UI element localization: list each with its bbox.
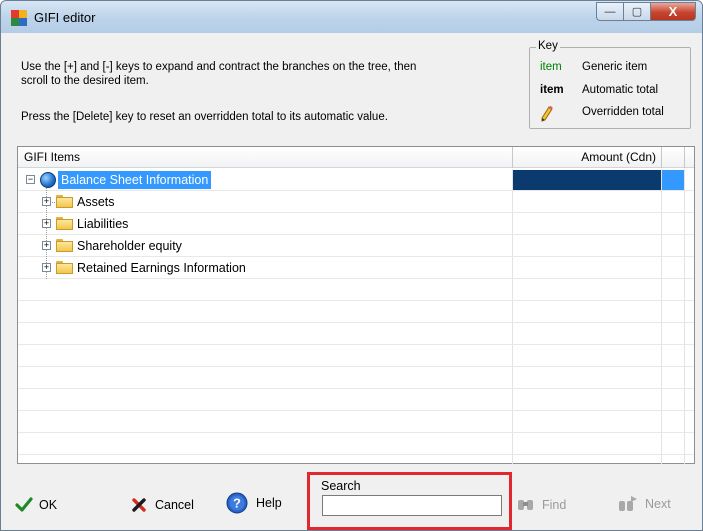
folder-icon <box>56 217 73 230</box>
generic-item-label: Generic item <box>582 61 648 73</box>
gifi-items-grid[interactable]: GIFI Items Amount (Cdn) − Balance Sheet … <box>17 146 695 464</box>
find-next-icon <box>619 496 637 511</box>
next-label: Next <box>645 497 671 511</box>
binoculars-icon <box>518 500 533 510</box>
title-bar[interactable]: GIFI editor — ▢ X <box>1 1 702 33</box>
tree-row-shareholder-equity[interactable]: + Shareholder equity <box>22 235 512 257</box>
overridden-total-label: Overridden total <box>582 106 664 118</box>
find-label: Find <box>542 498 567 512</box>
tree-row-assets[interactable]: + Assets <box>22 191 512 213</box>
maximize-button[interactable]: ▢ <box>623 2 650 21</box>
folder-icon <box>56 239 73 252</box>
tree-label-liabilities[interactable]: Liabilities <box>77 213 128 235</box>
instruction-line-1: Use the [+] and [-] keys to expand and c… <box>21 61 417 73</box>
minimize-button[interactable]: — <box>596 2 623 21</box>
column-header-amount[interactable]: Amount (Cdn) <box>513 147 660 168</box>
app-icon <box>11 10 27 26</box>
instruction-line-3: Press the [Delete] key to reset an overr… <box>21 111 388 123</box>
cancel-button[interactable]: Cancel <box>131 494 194 516</box>
dialog-body: Use the [+] and [-] keys to expand and c… <box>8 33 695 525</box>
ok-button[interactable]: OK <box>15 494 57 516</box>
tree-label-assets[interactable]: Assets <box>77 191 115 213</box>
grid-header: GIFI Items Amount (Cdn) <box>18 147 694 168</box>
tree-label-retained-earnings[interactable]: Retained Earnings Information <box>77 257 246 279</box>
search-label: Search <box>321 479 361 493</box>
maximize-icon: ▢ <box>631 6 643 18</box>
ok-label: OK <box>39 498 58 512</box>
minimize-icon: — <box>604 5 616 18</box>
expand-retained-earnings-button[interactable]: + <box>42 263 51 272</box>
key-legend-box: Key item Generic item item Automatic tot… <box>529 40 691 129</box>
cancel-x-icon <box>132 498 146 512</box>
tree-row-root[interactable]: − Balance Sheet Information <box>22 169 512 191</box>
help-button[interactable]: ? Help <box>226 492 282 514</box>
collapse-root-button[interactable]: − <box>26 175 35 184</box>
next-button[interactable]: Next <box>617 493 671 515</box>
root-label[interactable]: Balance Sheet Information <box>58 171 212 189</box>
help-label: Help <box>256 496 282 510</box>
window-title: GIFI editor <box>34 10 96 25</box>
instructions: Use the [+] and [-] keys to expand and c… <box>21 60 511 88</box>
selected-extra-cell[interactable] <box>662 170 684 190</box>
selected-amount-cell[interactable] <box>513 170 661 190</box>
pencil-icon <box>540 105 580 125</box>
automatic-total-sample: item <box>540 84 564 96</box>
find-button[interactable]: Find <box>516 494 566 516</box>
tree-row-liabilities[interactable]: + Liabilities <box>22 213 512 235</box>
instruction-line-2: scroll to the desired item. <box>21 75 149 87</box>
cancel-label: Cancel <box>155 498 194 512</box>
svg-text:?: ? <box>233 496 241 511</box>
generic-item-sample: item <box>540 61 562 73</box>
search-input[interactable] <box>322 495 502 516</box>
folder-icon <box>56 261 73 274</box>
expand-liabilities-button[interactable]: + <box>42 219 51 228</box>
expand-assets-button[interactable]: + <box>42 197 51 206</box>
close-button[interactable]: X <box>650 2 696 21</box>
checkmark-icon <box>15 497 33 512</box>
key-legend-title: Key <box>536 40 560 52</box>
automatic-total-label: Automatic total <box>582 84 659 96</box>
globe-icon <box>40 172 56 188</box>
tree-row-retained-earnings[interactable]: + Retained Earnings Information <box>22 257 512 279</box>
folder-icon <box>56 195 73 208</box>
gifi-editor-window: GIFI editor — ▢ X Use the [+] and [-] ke… <box>0 0 703 531</box>
close-icon: X <box>668 4 678 19</box>
tree-label-shareholder-equity[interactable]: Shareholder equity <box>77 235 182 257</box>
expand-shareholder-equity-button[interactable]: + <box>42 241 51 250</box>
help-icon: ? <box>226 492 248 514</box>
column-header-gifi-items[interactable]: GIFI Items <box>18 147 512 168</box>
